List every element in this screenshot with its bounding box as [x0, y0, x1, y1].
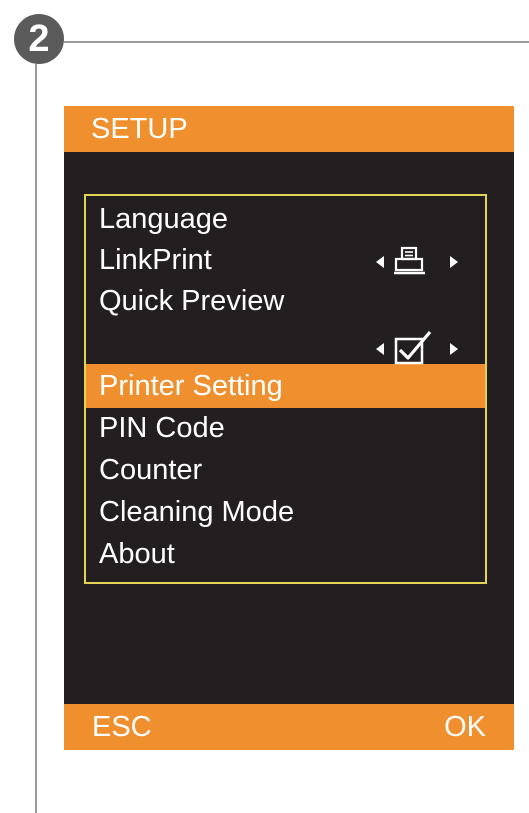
printer-icon [394, 246, 425, 275]
menu-item-printer-setting[interactable]: Printer Setting [99, 369, 283, 403]
left-divider [35, 64, 37, 813]
menu-item-pin-code[interactable]: PIN Code [99, 411, 225, 445]
linkprint-prev-arrow-icon[interactable] [376, 256, 384, 268]
esc-button[interactable]: ESC [92, 710, 152, 744]
footer-bar: ESC OK [64, 704, 514, 750]
top-divider [64, 41, 529, 43]
quick-preview-prev-arrow-icon[interactable] [376, 343, 384, 355]
screen-title: SETUP [91, 113, 188, 145]
menu-item-cleaning-mode[interactable]: Cleaning Mode [99, 495, 294, 529]
menu-item-about[interactable]: About [99, 537, 175, 571]
checkbox-checked-icon[interactable] [390, 330, 436, 366]
quick-preview-next-arrow-icon[interactable] [450, 343, 458, 355]
lcd-screen: SETUP Language LinkPrint Quick Preview P… [64, 106, 514, 750]
ok-button[interactable]: OK [444, 710, 486, 744]
title-bar: SETUP [64, 106, 514, 152]
step-number-badge: 2 [14, 14, 64, 64]
menu-item-quick-preview[interactable]: Quick Preview [99, 284, 284, 318]
menu-item-counter[interactable]: Counter [99, 453, 202, 487]
linkprint-next-arrow-icon[interactable] [450, 256, 458, 268]
menu-item-language[interactable]: Language [99, 202, 228, 236]
menu-item-linkprint[interactable]: LinkPrint [99, 243, 212, 277]
